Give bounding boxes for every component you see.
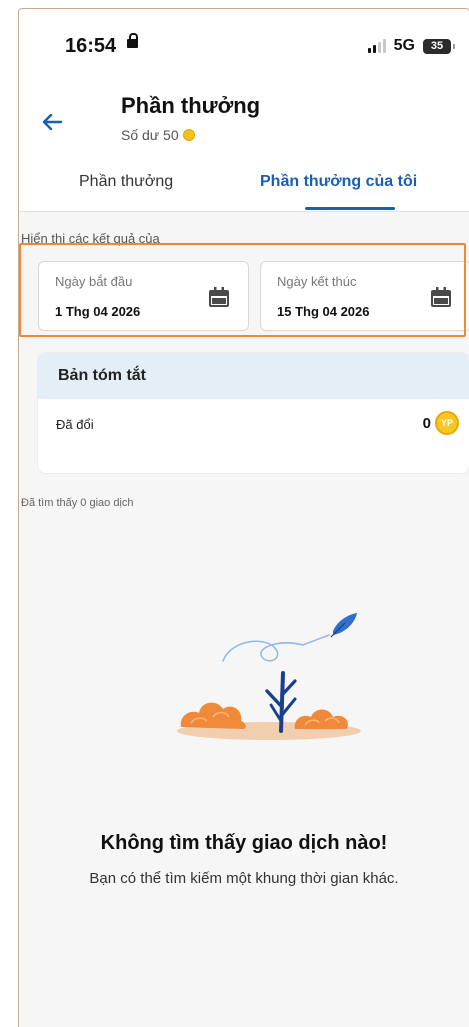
empty-state-subtitle: Bạn có thể tìm kiếm một khung thời gian …: [89, 870, 399, 887]
network-type: 5G: [393, 37, 415, 54]
arrow-left-icon: [42, 113, 63, 131]
balance-label: Số dư 50: [121, 127, 179, 143]
yp-coin-label: YP: [440, 418, 453, 428]
back-button[interactable]: [37, 107, 67, 137]
balance: Số dư 50: [121, 127, 195, 143]
date-range-highlight: [19, 243, 466, 337]
page-title: Phần thưởng: [121, 93, 261, 118]
summary-row-redeemed: Đã đổi 0 YP: [38, 399, 469, 449]
empty-state-title: Không tìm thấy giao dịch nào!: [100, 832, 388, 854]
status-indicators: 5G 35: [367, 37, 455, 55]
redeemed-label: Đã đổi: [56, 417, 94, 432]
transactions-found-count: Đã tìm thấy 0 giao dịch: [21, 497, 134, 509]
lock-icon: [127, 33, 138, 48]
phone-frame: 16:54 5G 35 Phần thưởng Số dư 50 Phần th…: [18, 8, 469, 1027]
signal-icon: [367, 39, 386, 53]
redeemed-value: 0: [422, 415, 431, 432]
tab-my-rewards[interactable]: Phần thưởng của tôi: [260, 173, 417, 191]
tab-rewards[interactable]: Phần thưởng: [79, 173, 173, 191]
battery-icon: 35: [423, 38, 455, 54]
empty-state-illustration: [177, 613, 361, 740]
active-tab-indicator: [305, 207, 395, 210]
coin-icon: [182, 129, 195, 141]
status-time: 16:54: [65, 35, 117, 57]
battery-level: 35: [430, 40, 444, 52]
yp-coin-icon: YP: [435, 411, 459, 435]
summary-card: Bản tóm tắt Đã đổi 0 YP: [38, 353, 469, 473]
summary-title: Bản tóm tắt: [38, 353, 469, 399]
